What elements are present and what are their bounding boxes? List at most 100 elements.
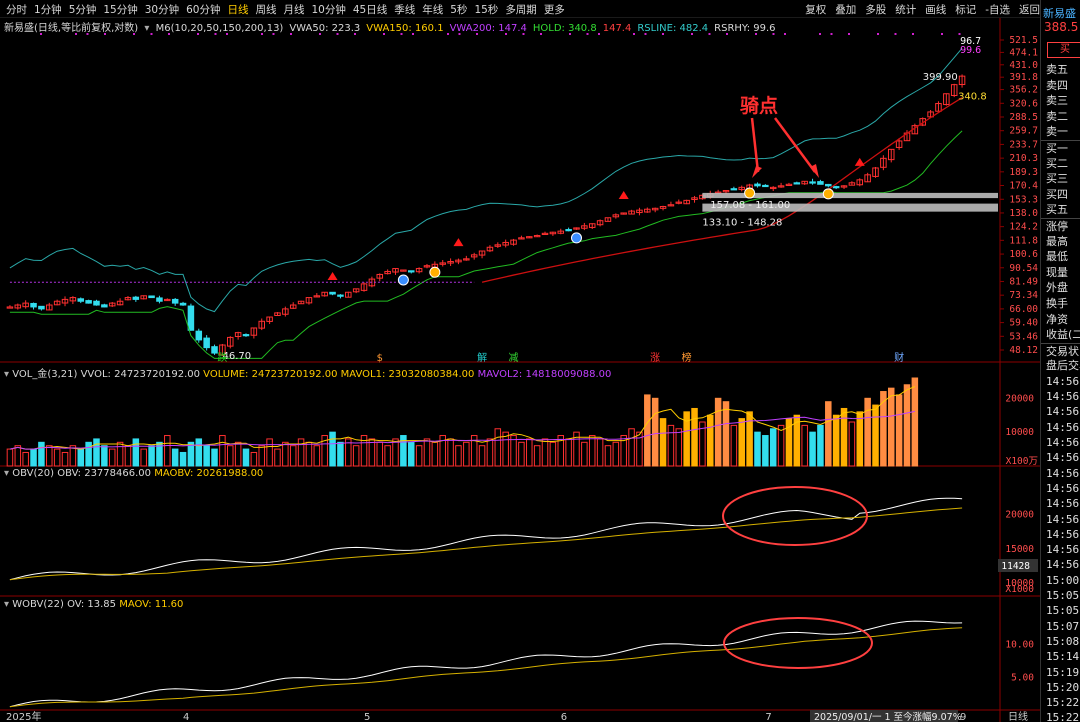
- volume-bar: [754, 431, 761, 467]
- mavol2-value: MAVOL2: 14818009088.00: [477, 369, 612, 380]
- mavol1-value: MAVOL1: 23032080384.00: [340, 369, 475, 380]
- price-axis-label: 90.54: [1009, 263, 1038, 274]
- trade-time: 15:19: [1046, 665, 1080, 679]
- volume-bar: [313, 445, 321, 467]
- volume-bar: [30, 448, 37, 467]
- volume-bar: [581, 441, 588, 467]
- volume-axis-label: 10000: [1005, 427, 1034, 438]
- volume-panel-title: ▾ VOL_金(3,21) VVOL: 24723720192.00 VOLUM…: [4, 365, 611, 380]
- volume-unit-label: X100万: [1006, 456, 1038, 467]
- signal-dot: [397, 274, 409, 286]
- quote-row: 卖五: [1046, 63, 1068, 76]
- signal-dot-row: [447, 33, 449, 35]
- volume-bar: [171, 448, 179, 467]
- signal-dot-row: [894, 33, 897, 35]
- candle-body: [541, 232, 549, 236]
- x-axis-label: 4: [183, 712, 189, 722]
- highlight-ellipse: [723, 617, 873, 669]
- quote-row: 现量: [1046, 265, 1068, 279]
- buy-button[interactable]: 买: [1047, 42, 1080, 58]
- price-axis-label: 81.49: [1009, 276, 1038, 287]
- volume-bar: [423, 438, 431, 467]
- volume-bar: [714, 397, 722, 467]
- obv-panel-title: ▾ OBV(20) OBV: 23778466.00 MAOBV: 202619…: [4, 468, 263, 479]
- volume-bar: [887, 387, 895, 467]
- signal-dot-row: [75, 33, 77, 35]
- volume-bar: [384, 445, 391, 467]
- money-bag-icon: [744, 187, 756, 199]
- candle-body: [329, 291, 336, 295]
- volume-bar: [431, 441, 439, 467]
- event-tag: 涨: [650, 352, 660, 364]
- candle-body: [203, 337, 210, 349]
- price-axis-label: 111.8: [1009, 235, 1038, 246]
- signal-triangle: [618, 190, 629, 199]
- price-axis-label: 170.4: [1009, 181, 1038, 192]
- wobv-chart: [9, 617, 963, 708]
- quote-row: 最低: [1046, 250, 1068, 264]
- trade-time: 15:14: [1046, 650, 1080, 664]
- volume-bar: [132, 438, 140, 467]
- candle-body: [565, 229, 572, 232]
- volume-bar: [266, 438, 273, 467]
- signal-dot: [570, 232, 582, 244]
- signal-dot-row: [941, 33, 943, 35]
- candle-body: [817, 181, 824, 185]
- volume-dropdown-icon[interactable]: ▾: [4, 369, 9, 380]
- candle-body: [187, 305, 195, 331]
- trade-time: 15:05: [1046, 589, 1080, 603]
- signal-dot-row: [772, 33, 775, 35]
- volume-bar: [722, 401, 730, 467]
- volume-bar: [93, 438, 100, 467]
- volume-bar: [108, 448, 116, 467]
- volume-bar: [61, 451, 69, 467]
- hold-price-label: 340.8: [958, 91, 987, 102]
- volume-bar: [526, 438, 533, 467]
- volume-chart: [6, 377, 919, 467]
- volume-bar: [274, 448, 281, 467]
- volume-bar: [659, 418, 667, 467]
- volume-bar: [880, 391, 887, 467]
- chart-canvas[interactable]: 521.5474.1 431.0391.8 356.2 320.6 288.5 259.7…: [0, 0, 1040, 722]
- quote-row: 买二: [1046, 156, 1068, 170]
- candle-body: [101, 304, 108, 308]
- price-axis-label: 356.2: [1009, 85, 1038, 96]
- trade-time: 14:56: [1046, 451, 1080, 465]
- price-axis-label: 474.1: [1009, 47, 1038, 58]
- volume-bar: [667, 424, 675, 467]
- signal-dot-row: [458, 33, 461, 35]
- volume-bar: [337, 441, 344, 467]
- volume-bar: [289, 445, 297, 467]
- volume-bar: [675, 428, 683, 467]
- volume-bar: [352, 445, 360, 467]
- trade-time: 14:56: [1046, 405, 1080, 419]
- signal-dot-row: [784, 33, 786, 35]
- candle-body: [156, 297, 163, 302]
- trade-time: 14:56: [1046, 390, 1080, 404]
- volume-bar: [809, 431, 816, 467]
- quote-stock-name[interactable]: 新易盛: [1041, 0, 1080, 20]
- trade-times: 14:56 14:56 14:56 14:56 14:56 14:56 14:56 14:56…: [1041, 374, 1080, 722]
- quote-row: 外盘: [1046, 281, 1068, 295]
- volume-bar: [588, 435, 596, 467]
- volume-bar: [258, 445, 265, 467]
- volume-bar: [762, 435, 769, 467]
- signal-dot-row: [104, 33, 106, 35]
- signal-dot-row: [226, 33, 228, 35]
- x-axis-label: 5: [364, 712, 370, 722]
- volume-bar: [179, 451, 187, 467]
- trade-time: 15:22: [1046, 696, 1080, 710]
- trade-time: 15:22: [1046, 711, 1080, 722]
- quote-row: 卖三: [1046, 94, 1068, 108]
- x-axis-label: 2025年: [6, 710, 41, 722]
- signal-dot-row: [662, 33, 664, 35]
- candle-body: [242, 334, 250, 337]
- wobv-dropdown-icon[interactable]: ▾: [4, 599, 9, 610]
- signal-dot-row: [150, 33, 153, 35]
- signal-dot-row: [691, 33, 693, 35]
- signal-dot-row: [319, 33, 321, 35]
- obv-line: [9, 497, 963, 581]
- obv-dropdown-icon[interactable]: ▾: [4, 468, 9, 479]
- candle-body: [85, 300, 92, 304]
- signal-dot-row: [272, 33, 275, 35]
